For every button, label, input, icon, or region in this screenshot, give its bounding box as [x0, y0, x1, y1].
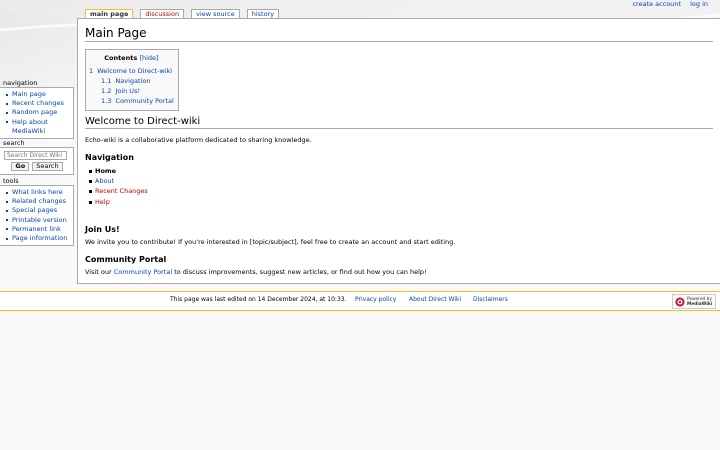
- sidebar-item-page-information[interactable]: Page information: [5, 234, 70, 243]
- join-heading: Join Us!: [85, 224, 120, 234]
- sidebar-item-special-pages[interactable]: Special pages: [5, 206, 70, 215]
- sidebar-item-label[interactable]: Help about MediaWiki: [12, 118, 48, 135]
- sidebar-navigation: navigation Main page Recent changes Rand…: [0, 79, 74, 140]
- portal-paragraph: Visit our Community Portal to discuss im…: [85, 268, 713, 277]
- sidebar-item-label[interactable]: Recent changes: [12, 99, 64, 107]
- list-item[interactable]: About: [89, 176, 713, 186]
- sidebar-navigation-title: navigation: [3, 79, 38, 87]
- welcome-heading: Welcome to Direct-wiki: [85, 116, 713, 129]
- search-input[interactable]: [4, 151, 67, 160]
- tab-view-source-label[interactable]: view source: [196, 10, 235, 18]
- intro-paragraph: Echo-wiki is a collaborative platform de…: [85, 136, 312, 144]
- sidebar-item-label[interactable]: Permanent link: [12, 225, 61, 233]
- list-item: Home: [89, 166, 713, 176]
- sidebar-item-related-changes[interactable]: Related changes: [5, 197, 70, 206]
- site-logo[interactable]: [0, 0, 77, 78]
- mediawiki-flower-icon: [675, 297, 685, 306]
- go-button[interactable]: Go: [11, 162, 30, 171]
- nav-link-help[interactable]: Help: [95, 198, 110, 206]
- nav-link-about[interactable]: About: [95, 177, 114, 185]
- about-link[interactable]: About Direct Wiki: [409, 296, 461, 303]
- powered-by-text: Powered by MediaWiki: [687, 297, 712, 307]
- table-of-contents: Contents [hide] 1 Welcome to Direct-wiki…: [85, 49, 179, 111]
- sidebar-search: search Go Search: [0, 140, 74, 175]
- portal-text-before: Visit our: [85, 267, 114, 276]
- toc-item-label: Join Us!: [115, 87, 141, 95]
- tab-history-label[interactable]: history: [252, 10, 274, 18]
- toc-title: Contents [hide]: [89, 54, 174, 62]
- sidebar-item-label[interactable]: Printable version: [12, 216, 67, 224]
- navigation-heading: Navigation: [85, 153, 134, 162]
- toc-number: 1: [89, 67, 94, 75]
- sidebar-item-label[interactable]: What links here: [12, 188, 63, 196]
- page-title: Main Page: [85, 26, 713, 42]
- privacy-policy-link[interactable]: Privacy policy: [355, 296, 396, 303]
- portal-heading: Community Portal: [85, 254, 167, 264]
- sidebar-item-permanent-link[interactable]: Permanent link: [5, 225, 70, 234]
- disclaimers-link[interactable]: Disclaimers: [473, 296, 508, 303]
- sidebar-tools-title: tools: [3, 177, 19, 185]
- powered-line-2: MediaWiki: [687, 301, 713, 307]
- last-edited-text: This page was last edited on 14 December…: [170, 296, 347, 303]
- nav-link-home: Home: [95, 167, 117, 175]
- toc-hide-link[interactable]: [hide]: [139, 54, 158, 62]
- toc-item-label: Welcome to Direct-wiki: [97, 67, 173, 75]
- toc-item[interactable]: 1.1 Navigation: [89, 76, 174, 86]
- portal-text-after: to discuss improvements, suggest new art…: [172, 267, 427, 276]
- sidebar-tools: tools What links here Related changes Sp…: [0, 177, 74, 247]
- toc-item[interactable]: 1.3 Community Portal: [89, 96, 174, 106]
- powered-by-mediawiki-badge[interactable]: Powered by MediaWiki: [672, 294, 716, 309]
- toc-number: 1.3: [101, 97, 112, 105]
- list-item[interactable]: Help: [89, 197, 713, 207]
- navigation-list: Home About Recent Changes Help: [89, 166, 713, 207]
- powered-line-1: Powered by: [687, 296, 712, 302]
- nav-link-recent-changes[interactable]: Recent Changes: [95, 187, 148, 195]
- toc-item[interactable]: 1.2 Join Us!: [89, 86, 174, 96]
- sidebar-item-help[interactable]: Help about MediaWiki: [5, 118, 70, 136]
- toc-number: 1.2: [101, 87, 112, 95]
- toc-item[interactable]: 1 Welcome to Direct-wiki: [89, 66, 174, 76]
- sidebar-item-random-page[interactable]: Random page: [5, 108, 70, 117]
- tab-discussion-label[interactable]: discussion: [145, 10, 179, 18]
- sidebar-item-label[interactable]: Random page: [12, 108, 57, 116]
- toc-title-text: Contents: [104, 54, 138, 62]
- sidebar-search-title: search: [3, 139, 25, 147]
- sidebar-item-label[interactable]: Related changes: [12, 197, 66, 205]
- toc-item-label: Navigation: [115, 77, 151, 85]
- toc-item-label: Community Portal: [115, 97, 174, 105]
- sidebar-item-what-links-here[interactable]: What links here: [5, 188, 70, 197]
- sidebar-item-label[interactable]: Main page: [12, 90, 46, 98]
- sidebar-item-recent-changes[interactable]: Recent changes: [5, 99, 70, 108]
- toc-number: 1.1: [101, 77, 112, 85]
- footer: This page was last edited on 14 December…: [0, 291, 720, 311]
- create-account-link[interactable]: create account: [632, 0, 681, 10]
- sidebar-item-label[interactable]: Page information: [12, 234, 67, 242]
- list-item[interactable]: Recent Changes: [89, 186, 713, 196]
- sidebar-item-printable-version[interactable]: Printable version: [5, 216, 70, 225]
- search-button[interactable]: Search: [32, 162, 63, 171]
- community-portal-link[interactable]: Community Portal: [114, 268, 172, 276]
- join-paragraph: We invite you to contribute! If you're i…: [85, 237, 456, 246]
- personal-tools: create account log in: [632, 0, 708, 10]
- sidebar-item-label[interactable]: Special pages: [12, 206, 57, 214]
- log-in-link[interactable]: log in: [690, 0, 708, 10]
- tab-main-page-label[interactable]: main page: [90, 10, 128, 18]
- sidebar-item-main-page[interactable]: Main page: [5, 90, 70, 99]
- content-area: Main Page Contents [hide] 1 Welcome to D…: [77, 18, 720, 284]
